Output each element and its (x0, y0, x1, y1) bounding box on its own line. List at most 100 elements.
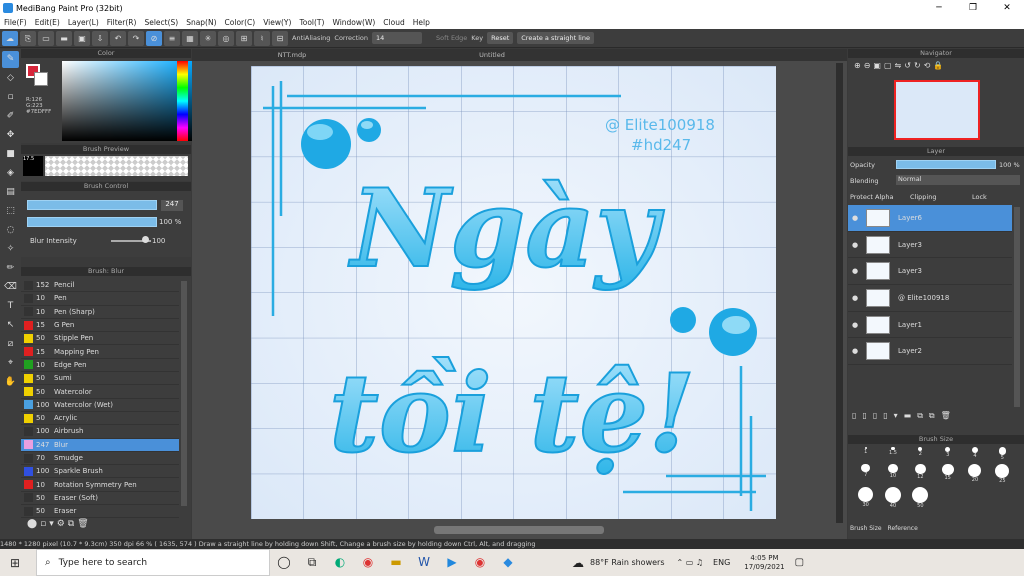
brush-item[interactable]: 100 Airbrush (21, 425, 179, 439)
menu-cloud[interactable]: Cloud (383, 18, 404, 27)
new-1bit-layer-icon[interactable]: ▯ (883, 411, 887, 421)
dot-tool-icon[interactable]: ▫ (2, 89, 19, 106)
reset-rotation-icon[interactable]: ⟲ (924, 61, 931, 70)
select-tool-icon[interactable]: ⬚ (2, 203, 19, 220)
zoom-out-icon[interactable]: ⊖ (864, 61, 871, 70)
menu-help[interactable]: Help (413, 18, 430, 27)
menu-window[interactable]: Window(W) (332, 18, 375, 27)
reset-button[interactable]: Reset (487, 32, 514, 44)
minimize-button[interactable]: ─ (922, 0, 956, 16)
protect-alpha-checkbox[interactable]: Protect Alpha (850, 193, 894, 201)
antialiasing-checkbox[interactable]: AntiAliasing (292, 34, 330, 42)
new-halftone-layer-icon[interactable]: ▯ (862, 411, 866, 421)
rotate-left-icon[interactable]: ↺ (904, 61, 911, 70)
grid-snap-icon[interactable]: ▦ (182, 30, 198, 46)
language-indicator[interactable]: ENG (713, 558, 730, 567)
blur-intensity-handle[interactable] (142, 236, 149, 243)
tab-brush-size[interactable]: Brush Size (850, 525, 882, 532)
eyedropper-tool-icon[interactable]: ⌖ (2, 355, 19, 372)
straight-line-button[interactable]: Create a straight line (517, 32, 594, 44)
layer-row[interactable]: ● @ Elite100918 (848, 285, 1012, 312)
taskbar-search[interactable]: ⌕ Type here to search (36, 549, 270, 576)
menu-color[interactable]: Color(C) (225, 18, 256, 27)
operation-tool-icon[interactable]: ↖ (2, 317, 19, 334)
brush-item[interactable]: 10 Pen (21, 292, 179, 306)
divide-tool-icon[interactable]: ⧄ (2, 336, 19, 353)
new-brush-icon[interactable]: ▫ (40, 519, 46, 537)
brush-size-preset[interactable]: 40 (879, 486, 906, 509)
brush-settings-icon[interactable]: ⚙ (57, 519, 65, 537)
select-eraser-tool-icon[interactable]: ⌫ (2, 279, 19, 296)
menu-select[interactable]: Select(S) (144, 18, 178, 27)
layer-row[interactable]: ● Layer6 (848, 205, 1012, 232)
layer-menu-icon[interactable]: ▾ (894, 411, 898, 421)
brush-item[interactable]: 15 Mapping Pen (21, 345, 179, 359)
fill-tool-icon[interactable]: ■ (2, 146, 19, 163)
brush-list-scrollbar[interactable] (181, 281, 187, 506)
save-icon[interactable]: ▣ (74, 30, 90, 46)
brush-tool-icon[interactable]: ✎ (2, 51, 19, 68)
brush-size-preset[interactable]: 20 (961, 463, 988, 484)
menu-tool[interactable]: Tool(T) (299, 18, 324, 27)
brush-size-slider[interactable] (27, 200, 157, 210)
brush-size-value[interactable]: 247 (161, 200, 183, 211)
soft-edge-checkbox[interactable]: Soft Edge (436, 34, 467, 42)
medibang-icon[interactable]: ◆ (494, 549, 522, 576)
brush-item[interactable]: 152 Pencil (21, 279, 179, 293)
layer-row[interactable]: ● Layer3 (848, 258, 1012, 286)
menu-snap[interactable]: Snap(N) (186, 18, 216, 27)
menu-filter[interactable]: Filter(R) (107, 18, 137, 27)
snap-off-icon[interactable]: ⊘ (146, 30, 162, 46)
hue-slider[interactable] (177, 61, 188, 141)
pen-tool-icon[interactable]: ✐ (2, 108, 19, 125)
weather-text[interactable]: 88°F Rain showers (590, 558, 665, 567)
visibility-icon[interactable]: ● (852, 214, 860, 222)
tab-ntt[interactable]: NTT.mdp (192, 49, 392, 61)
chrome-profile-icon[interactable]: ◉ (466, 549, 494, 576)
zoom-icon[interactable]: ▶ (438, 549, 466, 576)
brush-item[interactable]: 10 Pen (Sharp) (21, 306, 179, 319)
fit-icon[interactable]: ▣ (873, 61, 881, 70)
visibility-icon[interactable]: ● (852, 347, 860, 355)
chrome-icon[interactable]: ◉ (354, 549, 382, 576)
canvas-vertical-scrollbar[interactable] (836, 63, 843, 523)
visibility-icon[interactable]: ● (852, 241, 860, 249)
rotate-right-icon[interactable]: ↻ (914, 61, 921, 70)
text-tool-icon[interactable]: T (2, 298, 19, 315)
task-switch-icon[interactable]: ⧉ (298, 549, 326, 576)
saturation-value-picker[interactable] (62, 61, 195, 141)
visibility-icon[interactable]: ● (852, 294, 860, 302)
hand-tool-icon[interactable]: ✋ (2, 374, 19, 391)
brush-item[interactable]: 247 Blur (21, 438, 179, 452)
brush-size-preset[interactable]: 10 (879, 463, 906, 484)
visibility-icon[interactable]: ● (852, 267, 860, 275)
brush-opacity-slider[interactable] (27, 217, 157, 227)
new-8bit-layer-icon[interactable]: ▯ (873, 411, 877, 421)
brush-size-preset[interactable]: 25 (989, 463, 1016, 484)
brush-item[interactable]: 50 Acrylic (21, 412, 179, 426)
task-view-icon[interactable]: ◯ (270, 549, 298, 576)
layer-scrollbar[interactable] (1014, 207, 1020, 407)
navigator-thumbnail[interactable] (894, 80, 980, 140)
brush-size-preset[interactable]: 1 (852, 447, 879, 461)
curve-snap-icon[interactable]: ♮ (254, 30, 270, 46)
menu-view[interactable]: View(Y) (263, 18, 291, 27)
brush-size-preset[interactable]: 15 (934, 463, 961, 484)
undo-icon[interactable]: ↶ (110, 30, 126, 46)
layer-row[interactable]: ● Layer1 (848, 312, 1012, 339)
lasso-tool-icon[interactable]: ◌ (2, 222, 19, 239)
parallel-snap-icon[interactable]: ≡ (164, 30, 180, 46)
brush-size-preset[interactable]: 2 (907, 447, 934, 461)
perspective-snap-icon[interactable]: ⊞ (236, 30, 252, 46)
brush-size-preset[interactable]: 3 (934, 447, 961, 461)
select-pen-tool-icon[interactable]: ✏ (2, 260, 19, 277)
visibility-icon[interactable]: ● (852, 321, 860, 329)
blending-select[interactable]: Normal (896, 175, 1020, 185)
flip-icon[interactable]: ⇋ (895, 61, 902, 70)
new-layer-icon[interactable]: ▯ (852, 411, 856, 421)
brush-item[interactable]: 100 Watercolor (Wet) (21, 399, 179, 412)
bucket-tool-icon[interactable]: ◈ (2, 165, 19, 182)
layer-row[interactable]: ● Layer2 (848, 338, 1012, 366)
duplicate-layer-icon[interactable]: ⧉ (917, 411, 923, 421)
notifications-icon[interactable]: ▢ (795, 557, 804, 568)
